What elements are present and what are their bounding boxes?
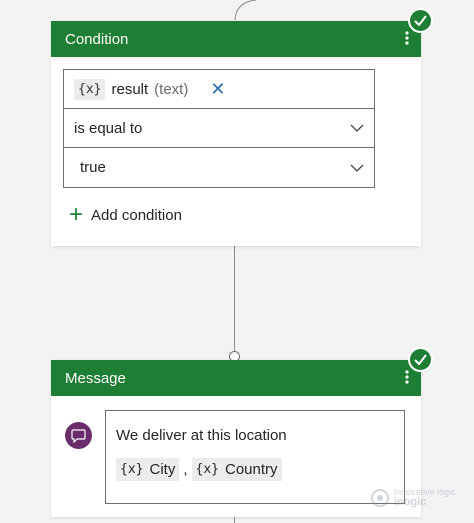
operator-dropdown[interactable]: is equal to xyxy=(64,109,374,148)
message-text-area[interactable]: We deliver at this location {x} City , {… xyxy=(105,410,405,504)
variable-token-icon: {x} xyxy=(120,462,144,477)
message-variables: {x} City , {x} Country xyxy=(116,458,394,481)
value-dropdown[interactable]: true xyxy=(64,148,374,187)
plus-icon: + xyxy=(69,201,84,228)
chevron-down-icon xyxy=(350,124,364,132)
add-condition-label: Add condition xyxy=(91,206,182,224)
message-title: Message xyxy=(65,369,126,387)
condition-more-options-icon[interactable] xyxy=(405,30,409,49)
message-card[interactable]: Message We deliver at this location {x} … xyxy=(51,360,421,517)
condition-fields: {x} result (text) ✕ is equal to true xyxy=(63,69,375,188)
watermark-brand: inogic xyxy=(394,496,427,508)
bottom-connector xyxy=(234,517,235,523)
add-condition-button[interactable]: + Add condition xyxy=(69,203,182,227)
message-header: Message xyxy=(51,360,421,396)
condition-card[interactable]: Condition {x} result (text) ✕ is equal t… xyxy=(51,21,421,246)
condition-header: Condition xyxy=(51,21,421,57)
message-text: We deliver at this location xyxy=(116,427,287,444)
watermark-swirl-icon xyxy=(371,489,389,507)
top-connector-curve xyxy=(234,0,257,20)
remove-variable-close-icon[interactable]: ✕ xyxy=(210,80,225,98)
variable-type: (text) xyxy=(154,80,189,98)
chevron-down-icon xyxy=(350,164,364,172)
operator-value: is equal to xyxy=(74,119,143,137)
variable-name-city: City xyxy=(149,461,176,478)
watermark-text: innovative logic inogic xyxy=(394,488,456,508)
variable-token-icon: {x} xyxy=(195,462,219,477)
message-body: We deliver at this location {x} City , {… xyxy=(51,396,421,517)
variable-name: result xyxy=(111,80,149,98)
condition-value: true xyxy=(80,159,106,176)
middle-connector xyxy=(234,246,235,356)
message-more-options-icon[interactable] xyxy=(405,369,409,388)
variable-separator: , xyxy=(183,461,188,478)
variable-name-country: Country xyxy=(224,461,278,478)
inogic-watermark-logo: innovative logic inogic xyxy=(370,488,456,508)
chat-bubble-icon xyxy=(65,422,92,449)
variable-chip-city[interactable]: {x} City xyxy=(116,458,180,481)
condition-variable-row[interactable]: {x} result (text) ✕ xyxy=(64,70,374,109)
condition-title: Condition xyxy=(65,30,129,48)
variable-token-icon: {x} xyxy=(74,78,106,100)
condition-success-check-icon xyxy=(408,8,433,33)
variable-chip-country[interactable]: {x} Country xyxy=(191,458,282,481)
curve-line xyxy=(234,0,257,20)
message-success-check-icon xyxy=(408,347,433,372)
